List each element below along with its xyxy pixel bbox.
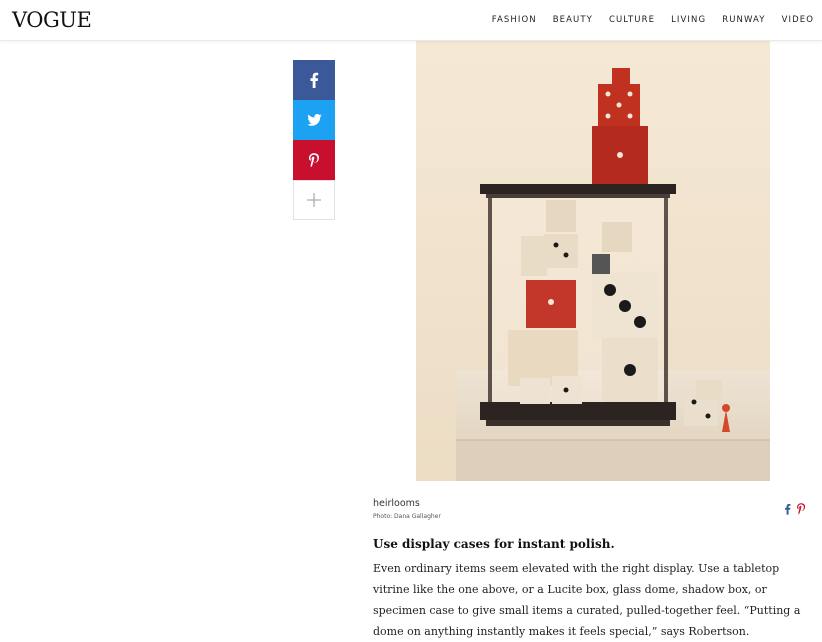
plus-icon [307, 193, 321, 207]
share-rail [293, 60, 335, 220]
article-paragraph: Even ordinary items seem elevated with t… [373, 562, 801, 638]
display-case-dice-image [416, 40, 770, 481]
nav-fashion[interactable]: FASHION [492, 14, 537, 26]
facebook-icon [310, 72, 319, 88]
share-facebook-button[interactable] [293, 60, 335, 100]
photo-caption: heirlooms [373, 498, 420, 509]
caption-facebook-icon[interactable] [784, 500, 791, 519]
nav-living[interactable]: LIVING [671, 14, 706, 26]
caption-pinterest-icon[interactable] [797, 500, 806, 519]
nav-beauty[interactable]: BEAUTY [553, 14, 593, 26]
share-twitter-button[interactable] [293, 100, 335, 140]
pinterest-icon [308, 152, 319, 167]
vogue-logo[interactable]: VOGUE [12, 9, 92, 31]
nav-video[interactable]: VIDEO [782, 14, 814, 26]
main-nav: FASHION BEAUTY CULTURE LIVING RUNWAY VID… [476, 14, 814, 26]
caption-share [778, 500, 806, 519]
nav-culture[interactable]: CULTURE [609, 14, 655, 26]
twitter-icon [306, 114, 322, 126]
article-photo [416, 40, 770, 481]
share-more-button[interactable] [293, 180, 335, 220]
photo-credit: Photo: Dana Gallagher [373, 513, 441, 520]
nav-runway[interactable]: RUNWAY [722, 14, 765, 26]
site-header: VOGUE FASHION BEAUTY CULTURE LIVING RUNW… [0, 0, 822, 41]
section-heading: Use display cases for instant polish. [373, 537, 615, 551]
share-pinterest-button[interactable] [293, 140, 335, 180]
